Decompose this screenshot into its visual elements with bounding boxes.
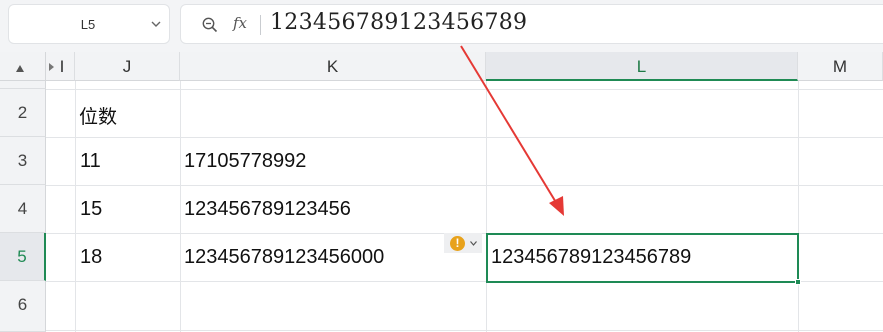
column-header-label: K	[326, 57, 339, 76]
grid-line	[46, 137, 883, 138]
column-header-K[interactable]: K	[180, 52, 486, 81]
chevron-down-icon	[470, 241, 477, 246]
grid-line	[46, 330, 883, 331]
chevron-down-icon[interactable]	[151, 19, 161, 29]
grid-line	[46, 89, 883, 90]
row-header-label: 3	[17, 151, 28, 170]
row-header-label: 5	[17, 247, 27, 266]
error-check-button[interactable]: !	[444, 233, 482, 253]
formula-bar[interactable]: fx 123456789123456789	[180, 4, 883, 44]
formula-separator	[260, 15, 261, 35]
column-header-label: L	[636, 57, 647, 76]
warning-icon: !	[450, 236, 465, 251]
row-header-label: 6	[17, 295, 28, 314]
select-all-corner[interactable]	[0, 52, 46, 81]
selected-cell-border	[486, 233, 799, 283]
row-header-label: 4	[17, 199, 28, 218]
spreadsheet-grid[interactable]: I J K L M 2 3 4 5 6 位数 11 17105778992 15…	[0, 52, 883, 332]
row-header-5[interactable]: 5	[0, 233, 46, 281]
hidden-column-marker-icon	[49, 63, 54, 71]
column-header-L[interactable]: L	[486, 52, 798, 81]
column-header-J[interactable]: J	[75, 52, 180, 81]
cell-K4[interactable]: 123456789123456	[184, 198, 351, 221]
grid-line	[46, 185, 883, 186]
name-box-value: L5	[80, 17, 96, 32]
formula-input[interactable]: 123456789123456789	[270, 10, 527, 35]
row-header-4[interactable]: 4	[0, 185, 46, 233]
cell-K5[interactable]: 123456789123456000	[184, 246, 384, 269]
cell-K3[interactable]: 17105778992	[184, 150, 306, 173]
column-header-label: M	[832, 57, 848, 76]
cell-J5[interactable]: 18	[80, 246, 102, 269]
grid-line	[798, 81, 799, 332]
column-header-label: J	[122, 57, 132, 76]
grid-line	[75, 81, 76, 332]
column-header-prev[interactable]: I	[46, 52, 75, 81]
cell-J3[interactable]: 11	[80, 150, 101, 173]
zoom-icon[interactable]	[201, 16, 219, 34]
fx-icon[interactable]: fx	[233, 14, 247, 32]
grid-line	[180, 81, 181, 332]
name-box[interactable]: L5	[8, 4, 170, 44]
column-header-M[interactable]: M	[798, 52, 883, 81]
row-header-3[interactable]: 3	[0, 137, 46, 185]
fill-handle[interactable]	[795, 279, 801, 285]
grid-line	[486, 81, 487, 332]
row-header-label: 2	[17, 103, 28, 122]
cell-J4[interactable]: 15	[80, 198, 102, 221]
row-header-partial	[0, 81, 46, 89]
corner-triangle-icon	[16, 65, 24, 72]
row-header-2[interactable]: 2	[0, 89, 46, 137]
column-header-label: I	[59, 57, 65, 76]
row-header-6[interactable]: 6	[0, 281, 46, 332]
cell-J2[interactable]: 位数	[79, 102, 117, 129]
